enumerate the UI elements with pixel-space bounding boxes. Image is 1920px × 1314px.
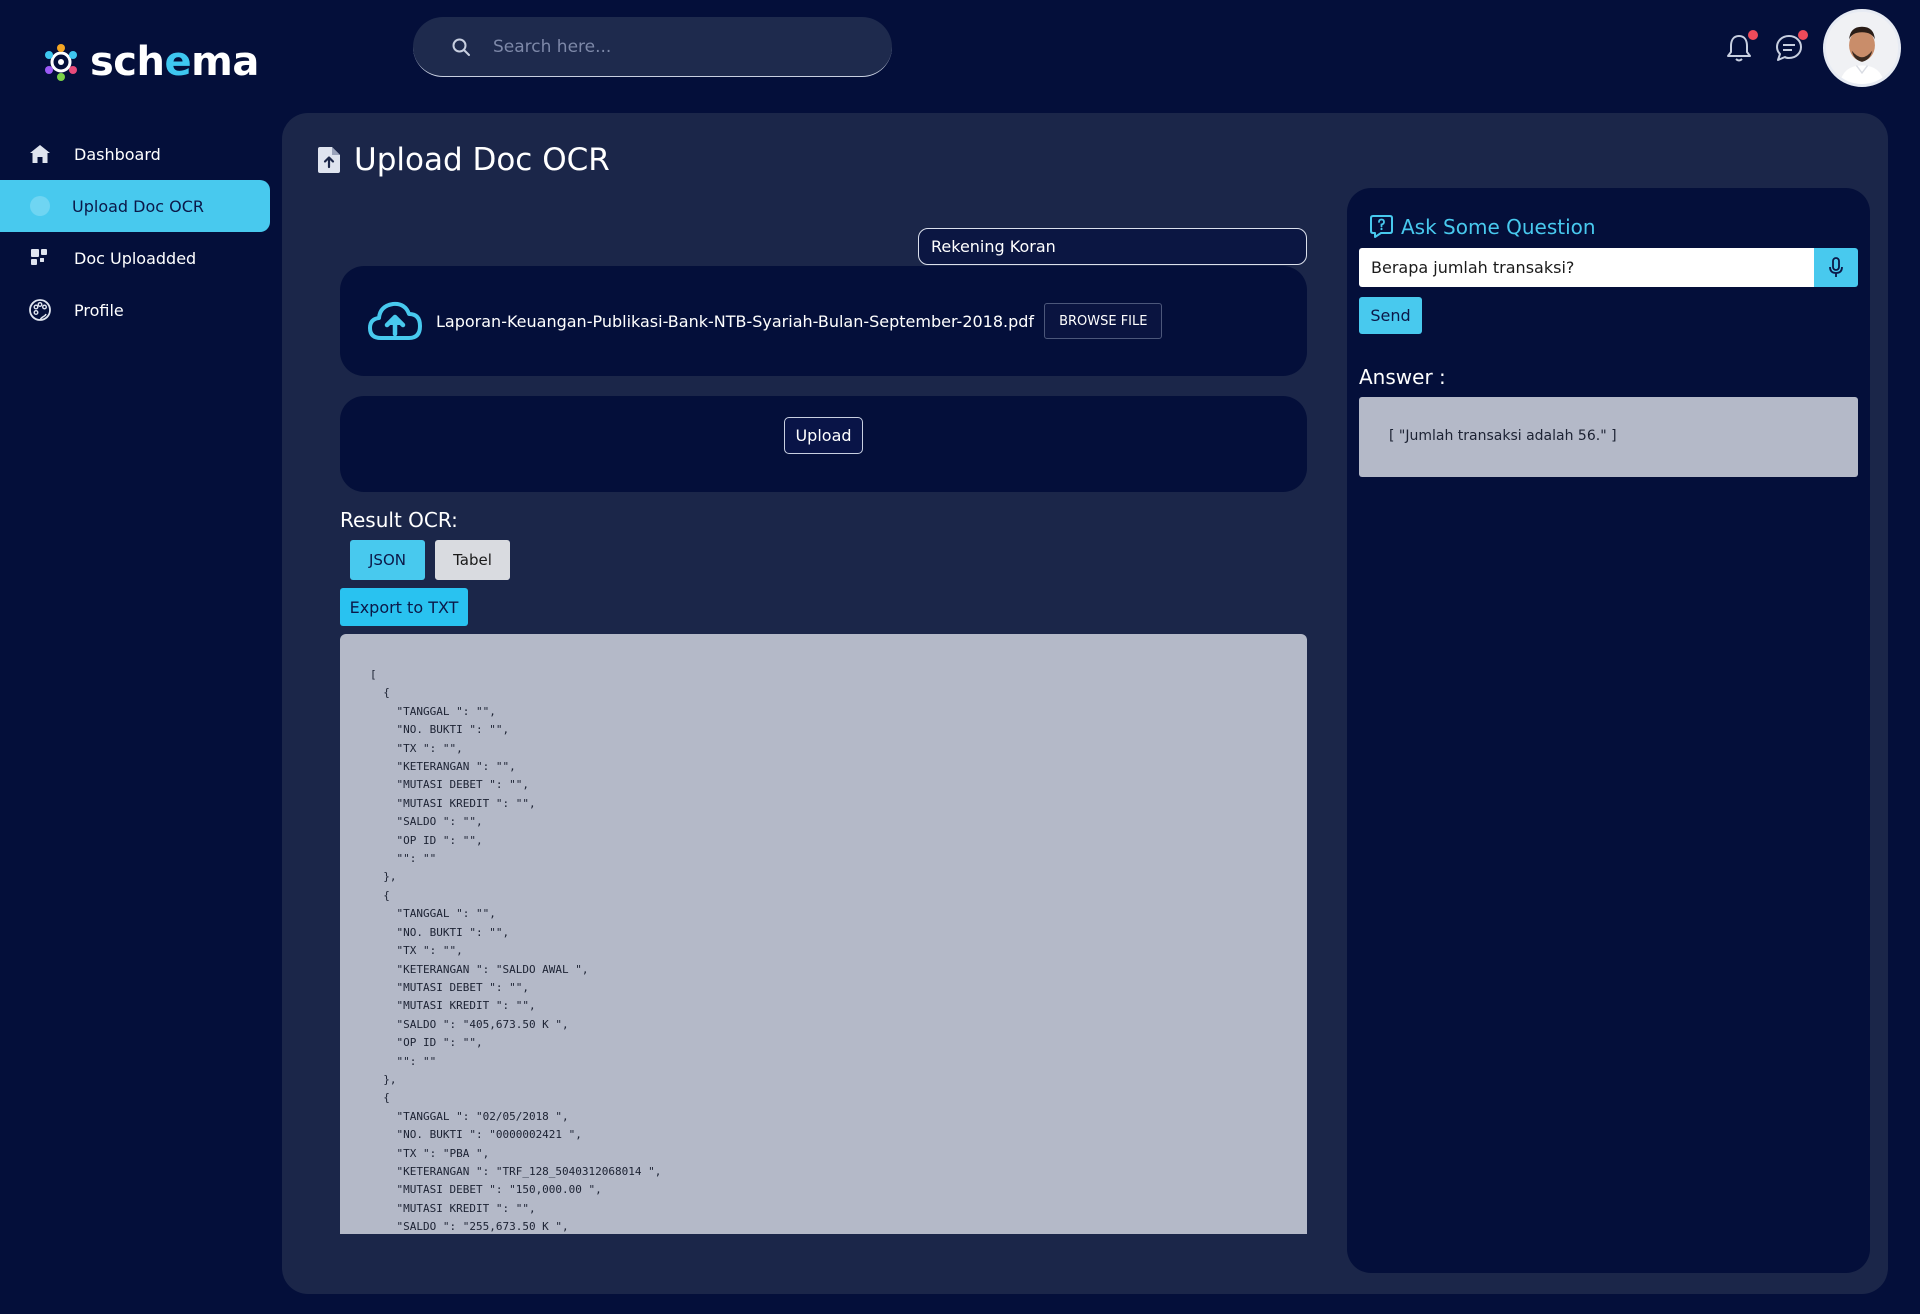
- upload-icon: [30, 196, 50, 216]
- browse-file-button[interactable]: BROWSE FILE: [1044, 303, 1163, 339]
- sidebar-item-label: Dashboard: [74, 144, 161, 164]
- message-dot: [1798, 30, 1808, 40]
- page-title: Upload Doc OCR: [316, 142, 610, 178]
- answer-text: [ "Jumlah transaksi adalah 56." ]: [1389, 428, 1617, 444]
- result-ocr-label: Result OCR:: [340, 508, 458, 532]
- sidebar-item-label: Upload Doc OCR: [72, 196, 205, 216]
- notifications-button[interactable]: [1723, 30, 1758, 64]
- ask-question-title: Ask Some Question: [1369, 214, 1596, 239]
- sidebar-item-upload-doc-ocr[interactable]: Upload Doc OCR: [0, 180, 270, 232]
- tab-json[interactable]: JSON: [350, 540, 425, 580]
- page-heading: Upload Doc OCR: [354, 142, 610, 178]
- sidebar-item-label: Doc Uploadded: [74, 248, 197, 268]
- question-bubble-icon: [1370, 215, 1393, 238]
- palette-icon: [29, 299, 51, 321]
- user-avatar[interactable]: [1823, 9, 1901, 87]
- app-logo[interactable]: schema: [40, 39, 259, 85]
- home-icon: [30, 145, 50, 163]
- voice-input-button[interactable]: [1814, 248, 1858, 287]
- json-output-panel[interactable]: [ { "TANGGAL ": "", "NO. BUKTI ": "", "T…: [340, 634, 1307, 1234]
- json-output-text: [ { "TANGGAL ": "", "NO. BUKTI ": "", "T…: [370, 668, 662, 1234]
- answer-label: Answer :: [1359, 365, 1446, 389]
- messages-button[interactable]: [1773, 30, 1808, 64]
- send-button[interactable]: Send: [1359, 297, 1422, 334]
- document-type-select[interactable]: Rekening Koran: [918, 228, 1307, 265]
- notification-dot: [1748, 30, 1758, 40]
- selected-file-name: Laporan-Keuangan-Publikasi-Bank-NTB-Syar…: [436, 311, 1035, 331]
- avatar-portrait-icon: [1826, 12, 1898, 84]
- file-upload-icon: [318, 147, 340, 173]
- search-input[interactable]: [493, 36, 873, 57]
- ask-question-title-text: Ask Some Question: [1401, 214, 1596, 239]
- question-input[interactable]: [1359, 248, 1814, 287]
- sidebar-item-dashboard[interactable]: Dashboard: [0, 128, 270, 180]
- ask-question-card: [1347, 188, 1870, 1273]
- sidebar-item-doc-uploaded[interactable]: Doc Uploadded: [0, 232, 270, 284]
- export-txt-button[interactable]: Export to TXT: [340, 588, 468, 626]
- tab-tabel[interactable]: Tabel: [435, 540, 510, 580]
- cloud-upload-icon: [368, 301, 422, 340]
- sidebar-item-label: Profile: [74, 300, 124, 320]
- search-bar[interactable]: [413, 17, 892, 77]
- microphone-icon: [1829, 256, 1843, 277]
- sidebar-item-profile[interactable]: Profile: [0, 284, 270, 336]
- sidebar-nav: Dashboard Upload Doc OCR Doc Uploadded P…: [0, 128, 270, 336]
- logo-text: schema: [90, 39, 259, 85]
- answer-box: [ "Jumlah transaksi adalah 56." ]: [1359, 397, 1858, 477]
- logo-mark-icon: [45, 44, 77, 81]
- file-drop-zone[interactable]: Laporan-Keuangan-Publikasi-Bank-NTB-Syar…: [340, 266, 1307, 376]
- grid-icon: [31, 249, 47, 265]
- search-icon: [452, 38, 470, 56]
- upload-button[interactable]: Upload: [784, 417, 863, 454]
